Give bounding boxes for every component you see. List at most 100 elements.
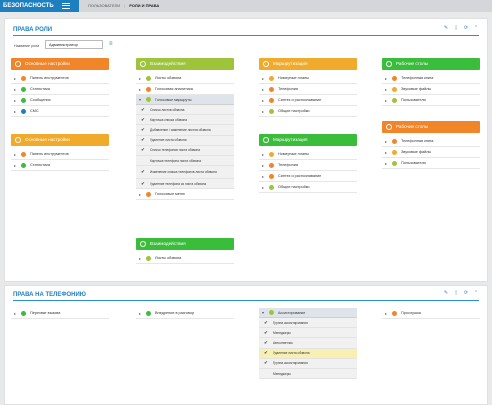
desktops-header[interactable]: Рабочие столы [382, 58, 480, 70]
telephony-icon [269, 162, 274, 168]
permission-row[interactable]: ✔ Удаление листа обзвона [136, 135, 234, 146]
main-settings-header-2[interactable]: Основные настройки [11, 134, 109, 146]
list-item[interactable]: ▸ Сообщения [11, 95, 109, 106]
check-icon[interactable]: ✔ [264, 318, 269, 328]
interactions-header-2[interactable]: Взаимодействия [136, 238, 234, 250]
list-item[interactable]: ▸ Листы обзвона [136, 253, 234, 264]
permission-row[interactable]: Карточка телефона листа обзвона [136, 155, 234, 167]
assist-header[interactable]: ▾ Ассистирование [259, 308, 357, 318]
role-name-field[interactable]: Администратор [45, 40, 103, 49]
check-icon[interactable]: ✔ [141, 105, 146, 115]
app-brand: БЕЗОПАСНОСТЬ [0, 0, 79, 12]
permission-row[interactable]: ✔ Группа ассистирования [259, 358, 357, 369]
toolbar-icon [21, 151, 26, 157]
collapse-icon[interactable]: ⌃ [473, 290, 479, 296]
telephony-icon [269, 86, 274, 92]
permission-row[interactable]: ✔ Изменение списка телефонов листа обзвон… [136, 166, 234, 180]
separator-icon: | [455, 25, 457, 31]
permission-row[interactable]: Менеджеры [259, 368, 357, 380]
listen-icon [392, 310, 397, 316]
list-item[interactable]: ▸ Общие настройки [259, 182, 357, 193]
edit-icon[interactable]: ✎ [443, 25, 449, 31]
list-item[interactable]: ▸ Перехват вызова [11, 308, 109, 319]
check-icon[interactable]: ✔ [141, 125, 146, 135]
assist-icon [269, 310, 274, 315]
list-icon [146, 255, 151, 261]
list-item[interactable]: ▸ Голосовые меню [136, 189, 234, 201]
list-item[interactable]: ▸ Звуковые файлы [382, 147, 480, 158]
list-item[interactable]: ▸ Звуковые файлы [382, 84, 480, 95]
list-item[interactable]: ▸ Общие настройки [259, 106, 357, 117]
list-item[interactable]: ▸ Статистика [11, 84, 109, 95]
role-list-icon[interactable]: ≡ [109, 41, 113, 47]
sound-icon [392, 86, 397, 92]
column-routing-2: Маршрутизация ▸ Номерные планы ▸ Телефония… [259, 134, 357, 193]
list-item[interactable]: ▸ Пользователи [382, 95, 480, 106]
interactions-header[interactable]: Взаимодействия [136, 58, 234, 70]
users-icon [392, 97, 397, 103]
breadcrumb-users[interactable]: ПОЛЬЗОВАТЕЛИ [88, 3, 120, 8]
list-item[interactable]: ▸ Синтез и распознавание [259, 95, 357, 106]
desktops-header-2[interactable]: Рабочие столы [382, 121, 480, 133]
permission-row[interactable]: ✔ Добавление / изменение листов обзвона [136, 125, 234, 136]
check-icon[interactable]: ✔ [141, 135, 146, 145]
check-icon[interactable]: ✔ [264, 338, 269, 348]
app-brand-label: БЕЗОПАСНОСТЬ [3, 3, 54, 9]
list-item[interactable]: ▸ Телефония [259, 160, 357, 171]
list-item[interactable]: ▸ Голосовая аналитика [136, 84, 234, 95]
permission-row[interactable]: ✔ Список листов обзвона [136, 105, 234, 116]
menu-icon[interactable] [62, 3, 70, 9]
list-item[interactable]: ▸ Синтез и распознавание [259, 171, 357, 182]
permission-row[interactable]: ✔ Группа ассистирования [259, 318, 357, 329]
list-item[interactable]: ▸ Телефонная книга [382, 73, 480, 84]
phone-icon [140, 61, 146, 67]
edit-icon[interactable]: ✎ [443, 290, 449, 296]
check-icon[interactable]: ✔ [141, 169, 146, 174]
permission-row[interactable]: ✔ Менеджеры [259, 328, 357, 339]
column-interactions-2: Взаимодействия ▸ Листы обзвона [136, 238, 234, 264]
list-item[interactable]: ▸ Номерные планы [259, 149, 357, 160]
permission-row[interactable]: ✔ Карточка списка обзвона [136, 115, 234, 126]
routing-header[interactable]: Маршрутизация [259, 58, 357, 70]
dialplan-icon [269, 75, 274, 81]
voice-icon [146, 86, 151, 92]
permission-row[interactable]: ✔ Удаление телефона из листа обзвона [136, 179, 234, 190]
check-icon[interactable]: ✔ [141, 179, 146, 189]
check-icon[interactable]: ✔ [141, 145, 146, 155]
check-icon[interactable]: ✔ [141, 115, 146, 125]
permission-row[interactable]: ✔ Список телефонов листа обзвона [136, 145, 234, 156]
refresh-icon[interactable]: ⟳ [463, 290, 469, 296]
refresh-icon[interactable]: ⟳ [463, 25, 469, 31]
list-item[interactable]: ▸ Прослушка [382, 308, 480, 319]
column-intercept: ▸ Перехват вызова [11, 308, 109, 319]
list-item[interactable]: ▸ Телефонная книга [382, 136, 480, 147]
list-item[interactable]: ▸ Статистика [11, 160, 109, 171]
column-listen: ▸ Прослушка [382, 308, 480, 319]
list-item[interactable]: ▸ Пользователи [382, 158, 480, 169]
list-item[interactable]: ▸ Внедрение в разговор [136, 308, 234, 319]
permission-row-selected[interactable]: ✔ Удаление листа обзвона [259, 348, 357, 359]
list-item[interactable]: ▸ Панель инструментов [11, 149, 109, 160]
list-item[interactable]: ▸ Листы обзвона [136, 73, 234, 84]
column-interactions: Взаимодействия ▸ Листы обзвона ▸ Голосовая… [136, 58, 234, 201]
settings-icon [269, 184, 274, 190]
list-item[interactable]: ▸ Телефония [259, 84, 357, 95]
permission-row[interactable]: ✔ Автоответчик [259, 338, 357, 349]
stats-icon [21, 86, 26, 92]
panel-title-underline [13, 300, 479, 301]
sms-icon [21, 108, 26, 114]
voice-routes-header[interactable]: ▾ Голосовые маршруты [136, 95, 234, 105]
main-settings-header[interactable]: Основные настройки [11, 58, 109, 70]
list-item[interactable]: ▸ Панель инструментов [11, 73, 109, 84]
column-assist: ▾ Ассистирование ✔ Группа ассистирования ✔… [259, 308, 357, 380]
list-item[interactable]: ▸ СМС [11, 106, 109, 117]
users-icon [392, 160, 397, 166]
check-icon[interactable]: ✔ [264, 328, 269, 338]
check-icon[interactable]: ✔ [264, 358, 269, 368]
collapse-icon[interactable]: ⌃ [473, 25, 479, 31]
check-icon[interactable]: ✔ [264, 348, 269, 358]
list-item[interactable]: ▸ Номерные планы [259, 73, 357, 84]
breadcrumb-roles: РОЛИ И ПРАВА [129, 3, 160, 8]
routing-header-2[interactable]: Маршрутизация [259, 134, 357, 146]
phonebook-icon [392, 138, 397, 144]
